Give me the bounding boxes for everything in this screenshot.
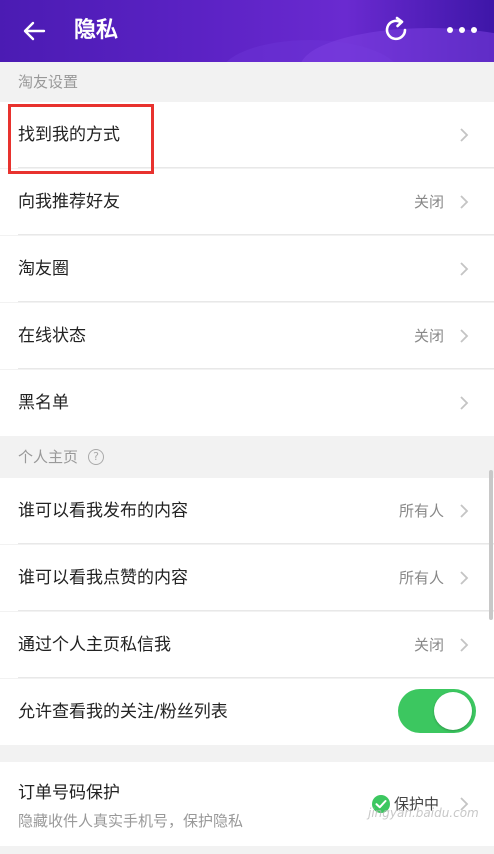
row-find-me[interactable]: 找到我的方式 [0, 102, 494, 168]
row-label: 黑名单 [18, 393, 69, 413]
row-value: 关闭 [413, 327, 444, 345]
chevron-right-icon [460, 329, 469, 343]
section-header-homepage: 个人主页 ? [0, 437, 494, 477]
row-online-status[interactable]: 在线状态 关闭 [0, 303, 494, 369]
check-icon [372, 795, 390, 813]
back-arrow-icon[interactable] [18, 14, 52, 48]
chevron-right-icon [460, 797, 469, 811]
divider [18, 610, 494, 611]
row-taoyou-circle[interactable]: 淘友圈 [0, 236, 494, 302]
row-label: 淘友圈 [18, 259, 69, 279]
row-value: 所有人 [398, 569, 444, 587]
page-title: 隐私 [74, 18, 119, 43]
row-order-protection[interactable]: 订单号码保护 隐藏收件人真实手机号，保护隐私 保护中 [0, 762, 494, 846]
divider [18, 677, 494, 678]
row-label: 通过个人主页私信我 [18, 635, 171, 655]
row-blacklist[interactable]: 黑名单 [0, 370, 494, 436]
toggle-knob [434, 692, 472, 730]
row-who-see-likes[interactable]: 谁可以看我点赞的内容 所有人 [0, 545, 494, 611]
refresh-icon[interactable] [378, 12, 414, 48]
row-label: 允许查看我的关注/粉丝列表 [18, 702, 228, 722]
row-label: 订单号码保护 [18, 783, 120, 803]
row-label: 在线状态 [18, 326, 86, 346]
row-private-message[interactable]: 通过个人主页私信我 关闭 [0, 612, 494, 678]
row-subtitle: 隐藏收件人真实手机号，保护隐私 [18, 812, 244, 830]
row-who-see-posts[interactable]: 谁可以看我发布的内容 所有人 [0, 478, 494, 544]
section-title: 个人主页 [18, 448, 79, 466]
chevron-right-icon [460, 571, 469, 585]
chevron-right-icon [460, 195, 469, 209]
divider [18, 234, 494, 235]
top-bar: 隐私 [0, 0, 494, 62]
divider [18, 543, 494, 544]
row-value: 所有人 [398, 502, 444, 520]
chevron-right-icon [460, 638, 469, 652]
divider [18, 368, 494, 369]
row-label: 向我推荐好友 [18, 192, 120, 212]
section-title: 淘友设置 [18, 73, 79, 91]
help-icon[interactable]: ? [88, 449, 104, 465]
chevron-right-icon [460, 128, 469, 142]
row-label: 找到我的方式 [18, 125, 120, 145]
section-header-taoyou: 淘友设置 [0, 62, 494, 102]
row-value: 关闭 [413, 636, 444, 654]
row-label: 谁可以看我点赞的内容 [18, 568, 188, 588]
row-value: 关闭 [413, 193, 444, 211]
chevron-right-icon [460, 396, 469, 410]
divider [18, 167, 494, 168]
scrollbar[interactable] [489, 470, 493, 620]
status-text: 保护中 [394, 795, 440, 813]
chevron-right-icon [460, 504, 469, 518]
follow-list-toggle[interactable] [398, 689, 476, 733]
row-label: 谁可以看我发布的内容 [18, 501, 188, 521]
more-options-icon[interactable] [444, 18, 480, 42]
row-recommend-friends[interactable]: 向我推荐好友 关闭 [0, 169, 494, 235]
divider [18, 301, 494, 302]
chevron-right-icon [460, 262, 469, 276]
